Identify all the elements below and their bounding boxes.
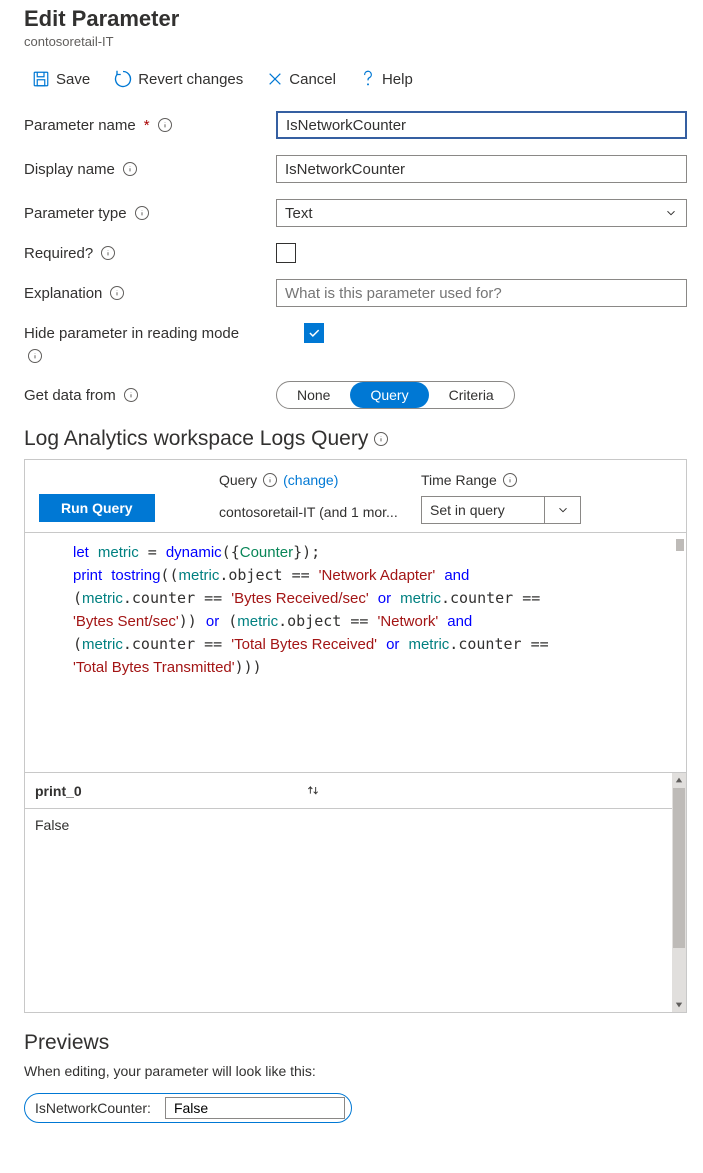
page-title: Edit Parameter — [24, 6, 687, 32]
required-label: Required? — [24, 245, 276, 262]
save-icon — [32, 70, 50, 88]
results-scrollbar[interactable] — [672, 773, 686, 1012]
info-icon[interactable] — [124, 388, 138, 402]
revert-label: Revert changes — [138, 71, 243, 88]
save-button[interactable]: Save — [32, 70, 90, 88]
param-type-label: Parameter type — [24, 205, 276, 222]
info-icon[interactable] — [135, 206, 149, 220]
display-name-label: Display name — [24, 161, 276, 178]
page-subtitle: contosoretail-IT — [24, 34, 687, 49]
scrollbar-thumb[interactable] — [673, 788, 685, 948]
display-name-input[interactable] — [276, 155, 687, 183]
info-icon[interactable] — [503, 473, 517, 487]
help-icon — [360, 69, 376, 89]
check-icon — [307, 326, 321, 340]
explanation-label: Explanation — [24, 285, 276, 302]
chevron-down-icon — [664, 206, 678, 220]
param-type-select[interactable]: Text — [276, 199, 687, 227]
query-section-title: Log Analytics workspace Logs Query — [24, 427, 687, 451]
preview-pill-label: IsNetworkCounter: — [25, 1100, 161, 1116]
query-results: print_0 False — [25, 772, 686, 1012]
required-checkbox[interactable] — [276, 243, 296, 263]
form: Parameter name* Display name Parameter t… — [24, 111, 687, 409]
explanation-input[interactable] — [276, 279, 687, 307]
preview-pill-input[interactable] — [165, 1097, 345, 1119]
run-query-button[interactable]: Run Query — [39, 494, 155, 522]
sort-icon[interactable] — [305, 784, 321, 798]
query-scope: contosoretail-IT (and 1 mor... — [219, 504, 398, 520]
seg-criteria[interactable]: Criteria — [429, 382, 514, 408]
seg-query[interactable]: Query — [350, 382, 428, 408]
info-icon[interactable] — [374, 432, 388, 446]
revert-button[interactable]: Revert changes — [114, 70, 243, 88]
save-label: Save — [56, 71, 90, 88]
info-icon[interactable] — [123, 162, 137, 176]
query-box: Query (change) Time Range Run Query cont… — [24, 459, 687, 1013]
scrollbar-thumb[interactable] — [676, 539, 684, 551]
info-icon[interactable] — [158, 118, 172, 132]
change-scope-link[interactable]: (change) — [283, 472, 338, 488]
seg-none[interactable]: None — [277, 382, 350, 408]
info-icon[interactable] — [263, 473, 277, 487]
hide-param-label: Hide parameter in reading mode — [24, 325, 304, 342]
time-range-value: Set in query — [422, 502, 544, 518]
query-editor[interactable]: let metric = dynamic({Counter}); print t… — [25, 532, 686, 772]
param-type-value: Text — [285, 205, 313, 222]
scroll-down-icon[interactable] — [672, 998, 686, 1012]
hide-param-checkbox[interactable] — [304, 323, 324, 343]
get-data-label: Get data from — [24, 387, 276, 404]
time-range-select[interactable]: Set in query — [421, 496, 581, 524]
scroll-up-icon[interactable] — [672, 773, 686, 787]
get-data-segmented: None Query Criteria — [276, 381, 515, 409]
close-icon — [267, 71, 283, 87]
info-icon[interactable] — [110, 286, 124, 300]
query-label: Query (change) — [219, 472, 338, 488]
previews-text: When editing, your parameter will look l… — [24, 1063, 687, 1079]
param-name-label: Parameter name* — [24, 117, 276, 134]
help-button[interactable]: Help — [360, 69, 413, 89]
cancel-button[interactable]: Cancel — [267, 71, 336, 88]
time-range-label: Time Range — [421, 472, 517, 488]
toolbar: Save Revert changes Cancel Help — [24, 69, 687, 89]
chevron-down-icon — [544, 497, 580, 523]
undo-icon — [114, 70, 132, 88]
previews-title: Previews — [24, 1031, 687, 1055]
preview-pill: IsNetworkCounter: — [24, 1093, 352, 1123]
param-name-input[interactable] — [276, 111, 687, 139]
help-label: Help — [382, 71, 413, 88]
results-column-header[interactable]: print_0 — [35, 783, 305, 799]
cancel-label: Cancel — [289, 71, 336, 88]
info-icon[interactable] — [101, 246, 115, 260]
info-icon[interactable] — [28, 349, 42, 363]
results-row[interactable]: False — [25, 809, 686, 842]
